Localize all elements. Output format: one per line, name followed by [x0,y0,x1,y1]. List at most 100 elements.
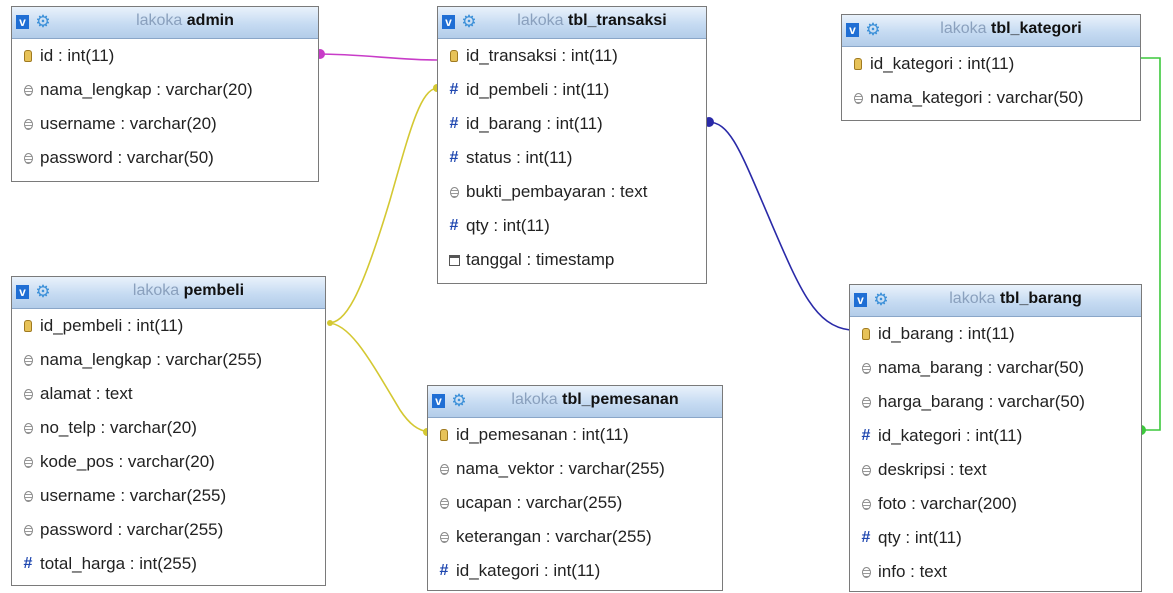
column-label: tanggal : timestamp [466,250,615,269]
v-toggle-icon[interactable]: v [16,15,29,29]
column-row[interactable]: nama_lengkap : varchar(20) [12,73,318,107]
relation-admin-transaksi[interactable] [317,53,438,61]
column-row[interactable]: id : int(11) [12,39,318,73]
column-label: kode_pos : varchar(20) [40,452,215,471]
column-row[interactable]: # status : int(11) [438,141,706,175]
gear-icon[interactable]: ⚙ [450,392,468,410]
column-row[interactable]: password : varchar(255) [12,513,325,547]
table-name: tbl_barang [999,290,1082,307]
column-row[interactable]: id_pemesanan : int(11) [428,418,722,452]
column-row[interactable]: kode_pos : varchar(20) [12,445,325,479]
relation-pembeli-transaksi[interactable] [327,87,438,324]
column-row[interactable]: username : varchar(20) [12,107,318,141]
column-row[interactable]: id_barang : int(11) [850,317,1141,351]
column-label: id_pemesanan : int(11) [456,425,629,444]
table-pembeli[interactable]: v ⚙ lakoka pembeli id_pembeli : int(11) nama… [11,276,326,586]
database-name: lakoka [136,12,183,29]
column-row[interactable]: id_kategori : int(11) [842,47,1140,81]
table-tbl-barang[interactable]: v ⚙ lakoka tbl_barang id_barang : int(11) na… [849,284,1142,592]
text-column-icon [859,465,873,476]
column-label: nama_lengkap : varchar(255) [40,350,263,369]
database-name: lakoka [940,20,987,37]
column-row[interactable]: # qty : int(11) [438,209,706,243]
column-row[interactable]: no_telp : varchar(20) [12,411,325,445]
gear-icon[interactable]: ⚙ [864,21,882,39]
column-row[interactable]: nama_lengkap : varchar(255) [12,343,325,377]
column-label: info : text [878,562,947,581]
column-row[interactable]: id_pembeli : int(11) [12,309,325,343]
table-header-tbl-pemesanan[interactable]: v ⚙ lakoka tbl_pemesanan [428,386,722,418]
table-tbl-pemesanan[interactable]: v ⚙ lakoka tbl_pemesanan id_pemesanan : int… [427,385,723,591]
gear-icon[interactable]: ⚙ [872,291,890,309]
text-column-icon [21,85,35,96]
column-label: alamat : text [40,384,133,403]
column-row[interactable]: deskripsi : text [850,453,1141,487]
text-column-icon [21,389,35,400]
table-admin[interactable]: v ⚙ lakoka admin id : int(11) nama_lengkap :… [11,6,319,182]
column-row[interactable]: nama_vektor : varchar(255) [428,452,722,486]
column-row[interactable]: info : text [850,555,1141,589]
column-row[interactable]: bukti_pembayaran : text [438,175,706,209]
table-header-tbl-kategori[interactable]: v ⚙ lakoka tbl_kategori [842,15,1140,47]
column-row[interactable]: password : varchar(50) [12,141,318,175]
numeric-column-icon: # [449,217,459,234]
column-row[interactable]: # id_kategori : int(11) [428,554,722,588]
column-row[interactable]: harga_barang : varchar(50) [850,385,1141,419]
gear-icon[interactable]: ⚙ [460,13,478,31]
column-label: id_pembeli : int(11) [466,80,610,99]
numeric-column-icon: # [449,81,459,98]
v-toggle-icon[interactable]: v [432,394,445,408]
column-label: nama_vektor : varchar(255) [456,459,665,478]
relation-kategori-barang[interactable] [1140,57,1161,431]
text-column-icon [21,119,35,130]
table-header-pembeli[interactable]: v ⚙ lakoka pembeli [12,277,325,309]
v-toggle-icon[interactable]: v [16,285,29,299]
column-row[interactable]: ucapan : varchar(255) [428,486,722,520]
v-toggle-icon[interactable]: v [442,15,455,29]
column-row[interactable]: # id_barang : int(11) [438,107,706,141]
relation-pembeli-pemesanan[interactable] [327,322,429,433]
column-row[interactable]: # id_kategori : int(11) [850,419,1141,453]
table-tbl-kategori[interactable]: v ⚙ lakoka tbl_kategori id_kategori : int(1… [841,14,1141,121]
column-label: deskripsi : text [878,460,987,479]
v-toggle-icon[interactable]: v [846,23,859,37]
text-column-icon [859,397,873,408]
database-name: lakoka [132,282,180,299]
column-label: nama_lengkap : varchar(20) [40,80,253,99]
table-name: pembeli [183,282,245,299]
table-header-tbl-transaksi[interactable]: v ⚙ lakoka tbl_transaksi [438,7,706,39]
primary-key-icon [437,429,451,441]
text-column-icon [859,567,873,578]
table-name: tbl_transaksi [567,12,667,29]
column-row[interactable]: # total_harga : int(255) [12,547,325,581]
column-row[interactable]: nama_kategori : varchar(50) [842,81,1140,115]
column-label: username : varchar(255) [40,486,227,505]
table-name: tbl_kategori [991,20,1082,37]
column-row[interactable]: id_transaksi : int(11) [438,39,706,73]
column-row[interactable]: keterangan : varchar(255) [428,520,722,554]
relation-transaksi-barang[interactable] [707,121,851,331]
primary-key-icon [21,320,35,332]
column-label: keterangan : varchar(255) [456,527,652,546]
column-label: harga_barang : varchar(50) [878,392,1085,411]
table-header-tbl-barang[interactable]: v ⚙ lakoka tbl_barang [850,285,1141,317]
primary-key-icon [859,328,873,340]
column-row[interactable]: foto : varchar(200) [850,487,1141,521]
column-row[interactable]: alamat : text [12,377,325,411]
column-label: qty : int(11) [878,528,962,547]
column-row[interactable]: # qty : int(11) [850,521,1141,555]
gear-icon[interactable]: ⚙ [34,283,52,301]
v-toggle-icon[interactable]: v [854,293,867,307]
column-row[interactable]: username : varchar(255) [12,479,325,513]
column-label: id_pembeli : int(11) [40,316,184,335]
table-title: lakoka admin [56,7,314,38]
table-title: lakoka pembeli [56,277,321,308]
gear-icon[interactable]: ⚙ [34,13,52,31]
column-row[interactable]: tanggal : timestamp [438,243,706,277]
column-row[interactable]: nama_barang : varchar(50) [850,351,1141,385]
column-label: id_barang : int(11) [878,324,1015,343]
table-tbl-transaksi[interactable]: v ⚙ lakoka tbl_transaksi id_transaksi : int… [437,6,707,284]
column-row[interactable]: # id_pembeli : int(11) [438,73,706,107]
column-label: nama_barang : varchar(50) [878,358,1085,377]
table-header-admin[interactable]: v ⚙ lakoka admin [12,7,318,39]
